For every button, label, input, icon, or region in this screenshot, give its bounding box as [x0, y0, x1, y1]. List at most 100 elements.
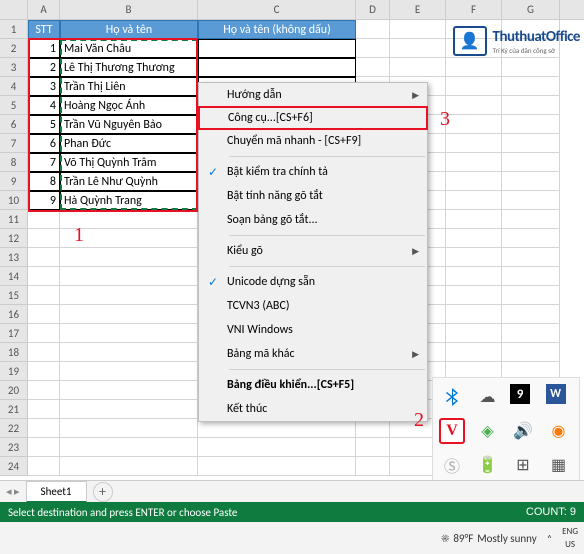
cell[interactable] [60, 457, 198, 476]
avast-icon[interactable]: ◉ [546, 418, 572, 444]
tray-chevron-icon[interactable]: ˄ [547, 532, 552, 545]
cell[interactable] [502, 286, 560, 305]
cell[interactable] [446, 77, 502, 96]
menu-item-kieu-go[interactable]: Kiểu gõ▶ [199, 239, 427, 263]
cell[interactable] [446, 172, 502, 191]
cell[interactable] [60, 286, 198, 305]
cell[interactable] [390, 39, 446, 58]
cell-stt[interactable]: 4 [28, 96, 60, 115]
cell[interactable] [28, 286, 60, 305]
cell[interactable] [446, 153, 502, 172]
row-header[interactable]: 18 [0, 343, 28, 362]
cell[interactable] [28, 305, 60, 324]
unikey-tray-icon[interactable]: V [439, 418, 465, 444]
cell[interactable] [356, 457, 390, 476]
cell-name[interactable]: Trần Vũ Nguyên Bảo [60, 115, 198, 134]
col-header-b[interactable]: B [60, 0, 198, 19]
col-header-f[interactable]: F [446, 0, 502, 19]
cell[interactable] [28, 381, 60, 400]
cell[interactable] [446, 210, 502, 229]
cell[interactable] [446, 324, 502, 343]
cell-stt[interactable]: 5 [28, 115, 60, 134]
cell-stt[interactable]: 2 [28, 58, 60, 77]
cell[interactable] [502, 305, 560, 324]
select-all-corner[interactable] [0, 0, 28, 19]
cell[interactable] [60, 305, 198, 324]
cell-header-name[interactable]: Họ và tên [60, 20, 198, 39]
bluetooth-icon[interactable] [439, 384, 465, 410]
cell[interactable] [446, 191, 502, 210]
cell[interactable] [446, 96, 502, 115]
row-header[interactable]: 15 [0, 286, 28, 305]
cell[interactable] [28, 362, 60, 381]
cell[interactable] [502, 324, 560, 343]
row-header[interactable]: 3 [0, 58, 28, 77]
menu-item-chuyen-ma[interactable]: Chuyển mã nhanh - [CS+F9] [199, 129, 427, 153]
row-header[interactable]: 13 [0, 248, 28, 267]
cell[interactable] [502, 191, 560, 210]
row-header[interactable]: 20 [0, 381, 28, 400]
cell[interactable] [198, 438, 356, 457]
cell-stt[interactable]: 7 [28, 153, 60, 172]
cell-name[interactable]: Võ Thị Quỳnh Trâm [60, 153, 198, 172]
cell[interactable] [60, 438, 198, 457]
cell-header-stt[interactable]: STT [28, 20, 60, 39]
menu-item-control-panel[interactable]: Bảng điều khiển...[CS+F5] [199, 373, 427, 397]
weather-widget[interactable]: ☀ 89°F Mostly sunny [441, 532, 536, 545]
row-header[interactable]: 9 [0, 172, 28, 191]
onedrive-icon[interactable]: ☁ [475, 384, 501, 410]
row-header[interactable]: 1 [0, 20, 28, 39]
row-header[interactable]: 19 [0, 362, 28, 381]
cell[interactable] [446, 267, 502, 286]
col-header-e[interactable]: E [390, 0, 446, 19]
row-header[interactable]: 14 [0, 267, 28, 286]
cell[interactable] [60, 248, 198, 267]
cell-stt[interactable]: 9 [28, 191, 60, 210]
nine-icon[interactable]: 9 [510, 384, 530, 404]
cell[interactable] [502, 210, 560, 229]
tab-nav-arrows[interactable]: ◂ ▸ [0, 485, 26, 498]
cell-name[interactable]: Phan Đức [60, 134, 198, 153]
battery-icon[interactable]: 🔋 [475, 452, 501, 478]
cell-name[interactable]: Lê Thị Thương Thương [60, 58, 198, 77]
cell[interactable] [446, 115, 502, 134]
row-header[interactable]: 6 [0, 115, 28, 134]
cell[interactable] [60, 362, 198, 381]
cell[interactable] [356, 39, 390, 58]
cell-name[interactable]: Mai Văn Châu [60, 39, 198, 58]
cell[interactable] [446, 248, 502, 267]
cell[interactable] [198, 39, 356, 58]
cell-name[interactable]: Trần Thị Liên [60, 77, 198, 96]
app-icon[interactable]: ▦ [546, 452, 572, 478]
cell[interactable] [28, 267, 60, 286]
cell[interactable] [502, 153, 560, 172]
cell[interactable] [198, 457, 356, 476]
row-header[interactable]: 4 [0, 77, 28, 96]
sheet-tab-sheet1[interactable]: Sheet1 [26, 481, 87, 503]
cell[interactable] [502, 343, 560, 362]
language-indicator[interactable]: ENG US [562, 527, 578, 549]
cell[interactable] [446, 229, 502, 248]
menu-item-unicode[interactable]: ✓Unicode dựng sẵn [199, 270, 427, 294]
menu-item-vni[interactable]: VNI Windows [199, 318, 427, 342]
cell-header-name-nd[interactable]: Họ và tên (không dấu) [198, 20, 356, 39]
row-header[interactable]: 11 [0, 210, 28, 229]
cell[interactable] [28, 229, 60, 248]
cell-name[interactable]: Hà Quỳnh Trang [60, 191, 198, 210]
cell[interactable] [28, 419, 60, 438]
cell[interactable] [28, 248, 60, 267]
cell[interactable] [390, 58, 446, 77]
cell[interactable] [356, 438, 390, 457]
skype-icon[interactable]: Ⓢ [439, 452, 465, 478]
cell[interactable] [390, 20, 446, 39]
cell[interactable] [502, 248, 560, 267]
menu-item-go-tat[interactable]: Bật tính năng gõ tắt [199, 184, 427, 208]
touchpad-icon[interactable]: ⊞ [510, 452, 536, 478]
col-header-d[interactable]: D [356, 0, 390, 19]
cell[interactable] [356, 20, 390, 39]
cell[interactable] [28, 438, 60, 457]
cell-stt[interactable]: 8 [28, 172, 60, 191]
cell[interactable] [446, 305, 502, 324]
menu-item-soan-bang[interactable]: Soạn bảng gõ tắt... [199, 208, 427, 232]
speaker-icon[interactable]: 🔊 [510, 418, 536, 444]
